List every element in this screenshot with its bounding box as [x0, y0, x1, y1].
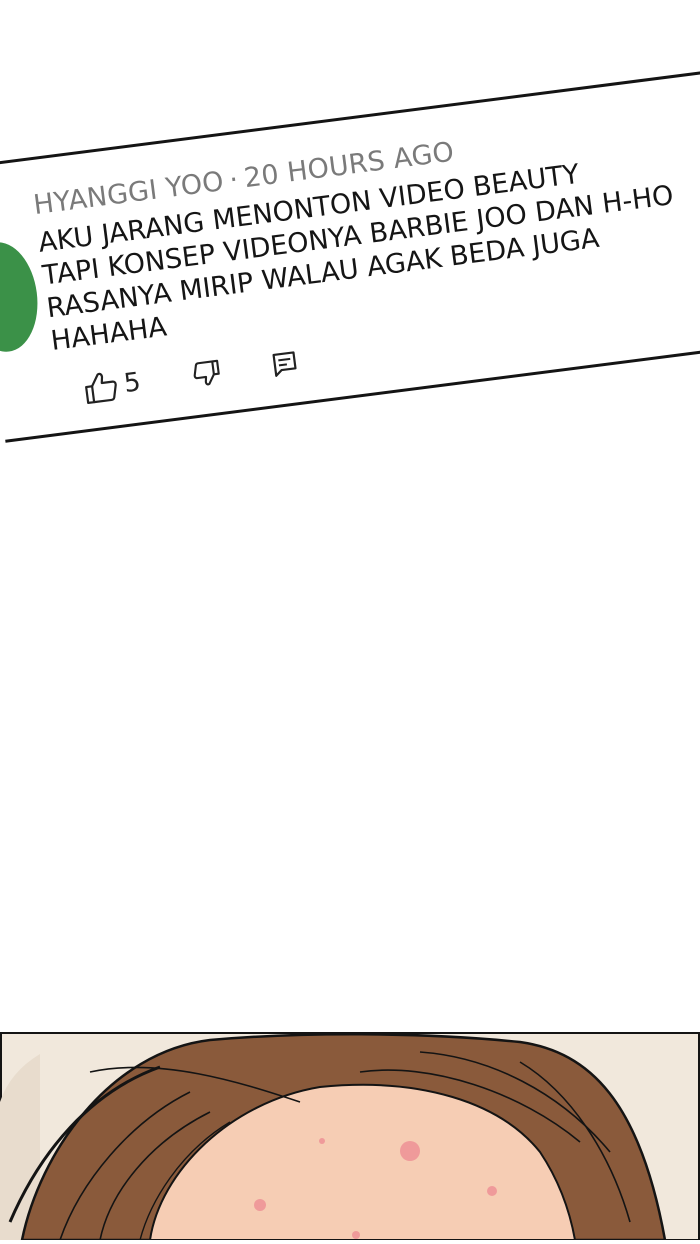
- comment-panel: HYANGGI YOO·20 HOURS AGO AKU JARANG MENO…: [0, 0, 700, 520]
- blemish: [400, 1141, 420, 1161]
- comment-separator: ·: [227, 164, 241, 197]
- thumbs-down-icon: [190, 359, 221, 388]
- like-button[interactable]: 5: [82, 366, 142, 405]
- blemish: [254, 1199, 266, 1211]
- character-forehead-art: [0, 1032, 700, 1242]
- thumbs-up-icon: [82, 369, 120, 405]
- blemish: [487, 1186, 497, 1196]
- reply-comment-icon: [270, 349, 299, 378]
- comic-illustration-panel: [0, 1032, 700, 1242]
- blemish: [319, 1138, 325, 1144]
- dislike-button[interactable]: [190, 359, 221, 388]
- reply-button[interactable]: [270, 349, 299, 378]
- blemish: [352, 1231, 360, 1239]
- comment-card: HYANGGI YOO·20 HOURS AGO AKU JARANG MENO…: [0, 65, 700, 443]
- like-count: 5: [122, 367, 143, 400]
